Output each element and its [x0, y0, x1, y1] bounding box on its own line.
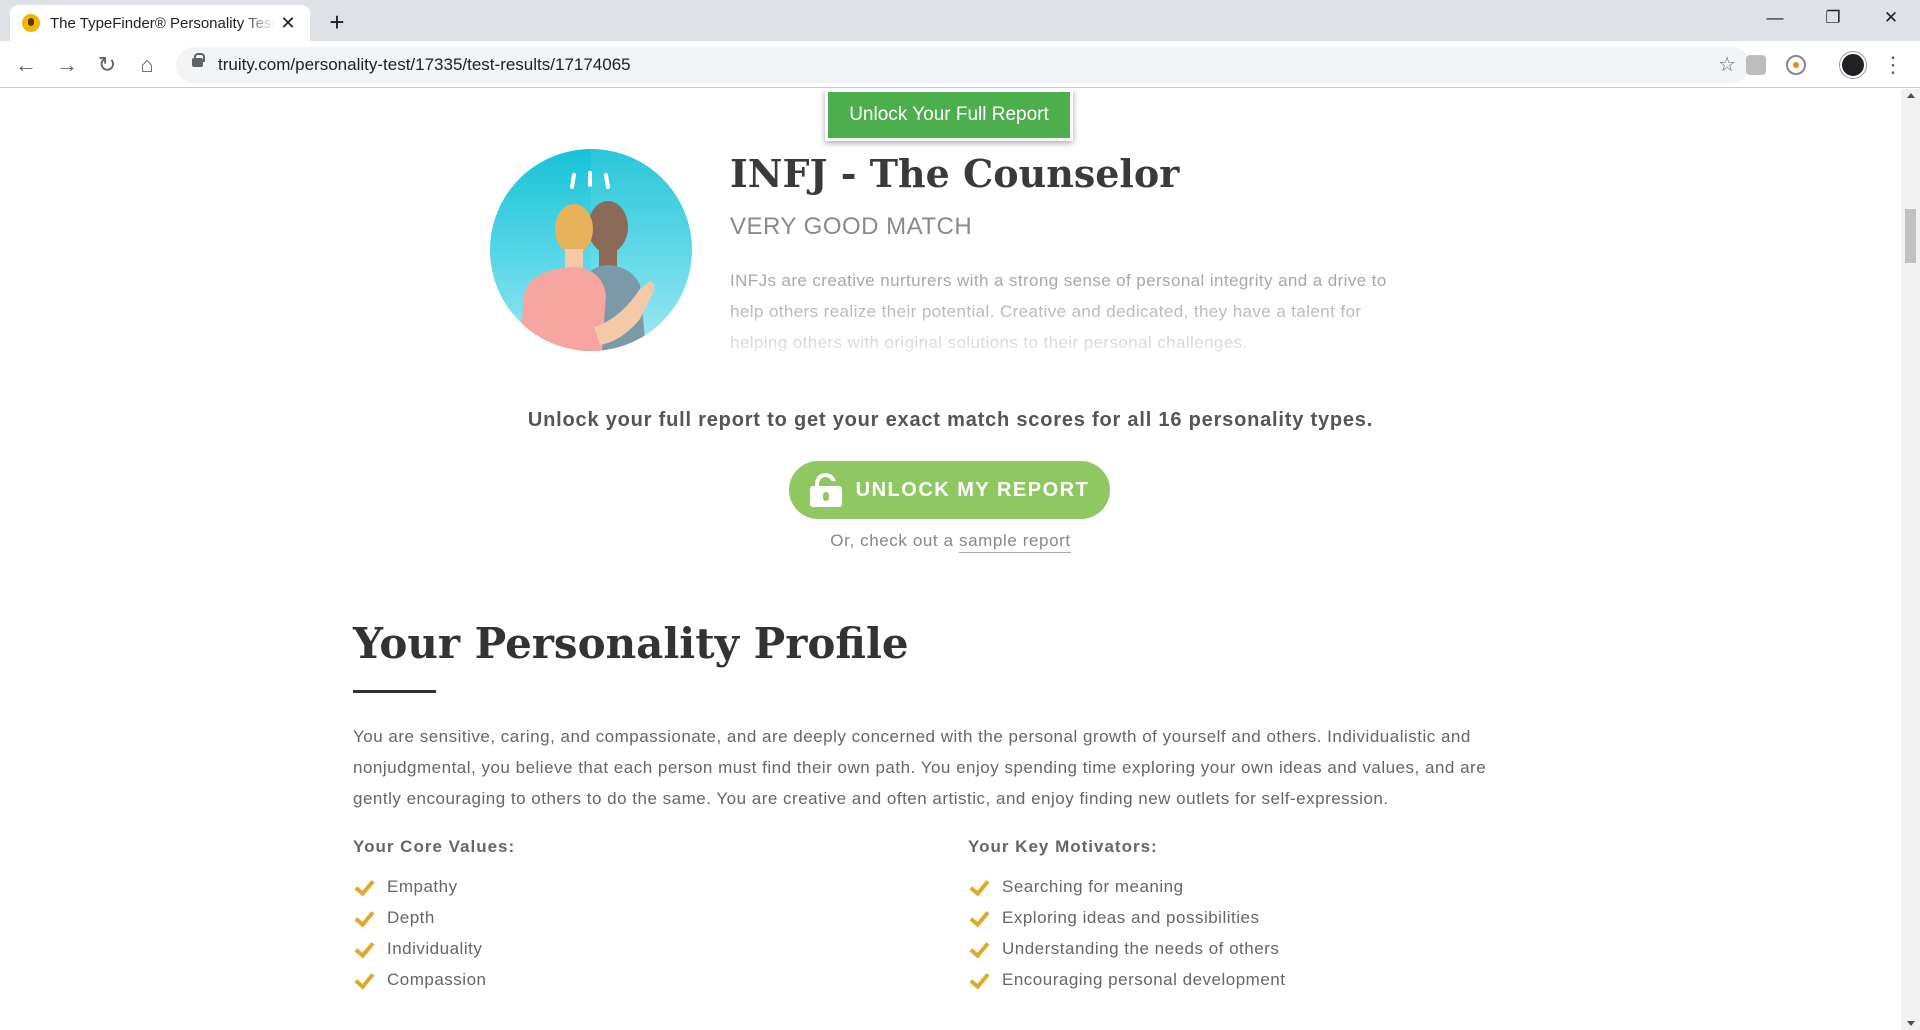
truity-favicon-icon	[22, 14, 40, 32]
unlock-my-report-button[interactable]: UNLOCK MY REPORT	[789, 461, 1110, 519]
url-text[interactable]: truity.com/personality-test/17335/test-r…	[218, 47, 631, 83]
core-value-text: Individuality	[387, 939, 483, 958]
list-item: Compassion	[353, 964, 487, 995]
check-icon	[968, 939, 988, 959]
address-bar[interactable]: truity.com/personality-test/17335/test-r…	[176, 47, 1750, 83]
core-value-text: Compassion	[387, 970, 487, 989]
unlock-message: Unlock your full report to get your exac…	[527, 409, 1374, 431]
motivator-text: Encouraging personal development	[1002, 970, 1286, 989]
type-description: INFJs are creative nurturers with a stro…	[730, 271, 1387, 352]
tab-title: The TypeFinder® Personality Test	[50, 14, 275, 32]
unlock-button-label: UNLOCK MY REPORT	[855, 478, 1090, 501]
motivator-text: Searching for meaning	[1002, 877, 1184, 896]
page-scrollbar[interactable]	[1901, 89, 1920, 1030]
restore-window-button[interactable]: ❐	[1804, 0, 1862, 36]
profile-avatar[interactable]	[1840, 52, 1866, 78]
unlocked-padlock-icon	[809, 473, 842, 507]
list-item: Depth	[353, 902, 487, 933]
check-icon	[353, 970, 373, 990]
key-motivators-title: Your Key Motivators:	[968, 837, 1158, 856]
sample-report-line: Or, check out a sample report	[0, 531, 1901, 553]
infj-illustration	[490, 149, 692, 351]
home-button[interactable]: ⌂	[131, 49, 163, 81]
list-item: Individuality	[353, 933, 487, 964]
personality-profile-heading: Your Personality Profile	[353, 619, 909, 668]
browser-tab[interactable]: The TypeFinder® Personality Test ✕	[10, 5, 310, 41]
check-icon	[968, 970, 988, 990]
extension-record-icon[interactable]	[1786, 55, 1806, 75]
list-item: Encouraging personal development	[968, 964, 1285, 995]
close-window-button[interactable]: ✕	[1862, 0, 1920, 36]
motivator-text: Exploring ideas and possibilities	[1002, 908, 1260, 927]
page-viewport: Unlock Your Full Report INFJ - The Couns…	[0, 89, 1901, 1030]
reload-button[interactable]: ↻	[91, 49, 123, 81]
minimize-window-button[interactable]: —	[1746, 0, 1804, 36]
type-title: INFJ - The Counselor	[730, 151, 1180, 196]
check-icon	[353, 877, 373, 897]
scroll-up-arrow-icon[interactable]	[1907, 93, 1915, 98]
list-item: Understanding the needs of others	[968, 933, 1285, 964]
browser-menu-icon[interactable]: ⋮	[1882, 49, 1904, 81]
check-icon	[353, 939, 373, 959]
bookmark-star-icon[interactable]: ☆	[1718, 47, 1736, 83]
extension-icon[interactable]	[1746, 55, 1766, 75]
scroll-down-arrow-icon[interactable]	[1907, 1021, 1915, 1026]
key-motivators-list: Searching for meaning Exploring ideas an…	[968, 871, 1285, 995]
new-tab-button[interactable]: +	[320, 6, 354, 40]
sample-report-link[interactable]: sample report	[958, 531, 1071, 553]
list-item: Exploring ideas and possibilities	[968, 902, 1285, 933]
motivator-text: Understanding the needs of others	[1002, 939, 1280, 958]
lock-icon[interactable]	[192, 53, 205, 67]
forward-button[interactable]: →	[51, 49, 83, 81]
sample-prefix: Or, check out a	[830, 531, 959, 550]
check-icon	[968, 877, 988, 897]
scrollbar-thumb[interactable]	[1905, 209, 1916, 263]
match-label: VERY GOOD MATCH	[730, 213, 973, 240]
heading-divider	[353, 690, 436, 693]
core-value-text: Empathy	[387, 877, 458, 896]
core-values-list: Empathy Depth Individuality Compassion	[353, 871, 487, 995]
list-item: Empathy	[353, 871, 487, 902]
tab-close-icon[interactable]: ✕	[278, 13, 298, 33]
core-values-title: Your Core Values:	[353, 837, 516, 856]
unlock-full-report-button[interactable]: Unlock Your Full Report	[825, 89, 1073, 141]
browser-toolbar: ← → ↻ ⌂ truity.com/personality-test/1733…	[0, 41, 1920, 88]
check-icon	[968, 908, 988, 928]
profile-text: You are sensitive, caring, and compassio…	[353, 727, 1487, 808]
list-item: Searching for meaning	[968, 871, 1285, 902]
core-value-text: Depth	[387, 908, 435, 927]
back-button[interactable]: ←	[10, 49, 42, 81]
tab-strip: The TypeFinder® Personality Test ✕ + — ❐…	[0, 0, 1920, 41]
check-icon	[353, 908, 373, 928]
